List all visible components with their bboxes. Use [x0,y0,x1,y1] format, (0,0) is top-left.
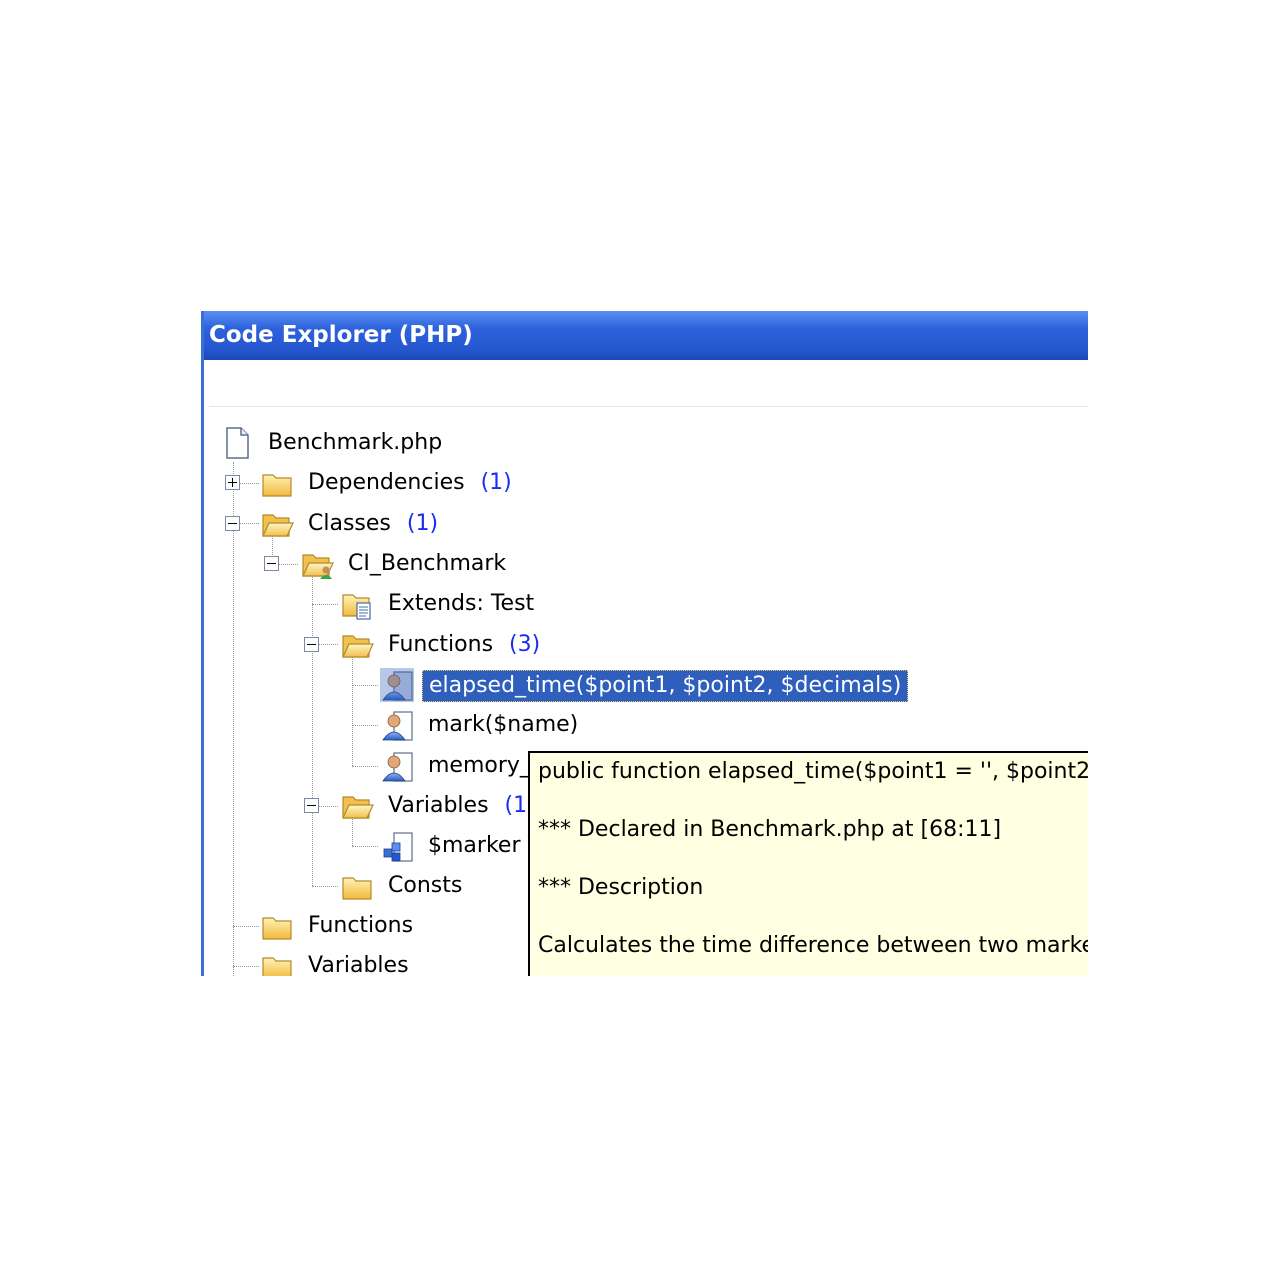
tree-item-label: mark($name) [428,712,579,737]
collapse-variables-button[interactable] [304,798,319,813]
tree-item-label: Dependencies [308,470,465,495]
folder-icon [262,474,292,497]
collapse-class-button[interactable] [264,556,279,571]
class-folder-icon [302,554,334,579]
item-count: (1) [480,470,512,495]
item-count: (1) [406,511,439,536]
extends-folder-icon [342,594,371,620]
tooltip-declared: *** Declared in Benchmark.php at [68:11] [538,817,1002,842]
tree-item-label: Variables [308,953,409,976]
tree-item-label: memory_ [428,753,531,778]
item-count: (1 [504,793,528,818]
tree-item-label: Extends: Test [388,591,535,616]
file-icon [226,427,249,459]
folder-open-icon [342,635,374,658]
function-tooltip: public function elapsed_time($point1 = '… [528,751,1088,976]
item-count: (3) [509,632,541,657]
expand-dependencies-button[interactable] [225,475,240,490]
collapse-classes-button[interactable] [225,516,240,531]
tree-item-label: Variables [388,793,489,818]
tree-item-label: $marker [428,833,521,858]
tree-item-label: elapsed_time($point1, $point2, $decimals… [422,670,909,702]
code-explorer-panel: Code Explorer (PHP) Benchmark.php Depend… [201,311,1088,976]
folder-icon [342,877,372,900]
method-icon [382,752,413,782]
collapse-functions-button[interactable] [304,637,319,652]
tooltip-description: Calculates the time difference between t… [538,933,1088,958]
folder-icon [262,957,292,976]
folder-open-icon [342,796,374,819]
tree-item-label: Functions [388,632,494,657]
folder-open-icon [262,514,294,537]
method-icon [380,668,414,702]
tooltip-description-header: *** Description [538,875,704,900]
tree-item-label: CI_Benchmark [348,551,507,576]
tree-item-label: Benchmark.php [268,430,443,455]
tree-item-label: Consts [388,873,463,898]
variable-icon [383,832,413,862]
tree-item-label: Functions [308,913,414,938]
tree-item-label: Classes [308,511,391,536]
tooltip-signature: public function elapsed_time($point1 = '… [538,759,1088,784]
method-icon [382,711,413,741]
folder-icon [262,917,292,940]
